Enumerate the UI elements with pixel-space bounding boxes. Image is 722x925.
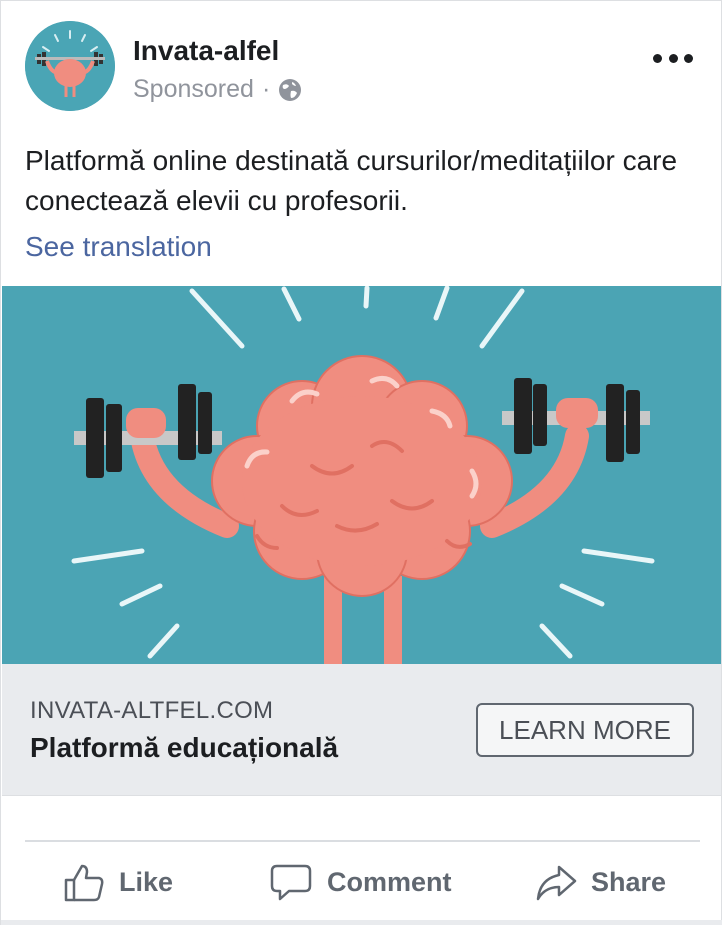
share-label: Share (591, 866, 667, 897)
link-domain: INVATA-ALTFEL.COM (30, 697, 274, 724)
like-icon (63, 861, 105, 903)
learn-more-button[interactable]: LEARN MORE (476, 703, 694, 757)
post-text: Platformă online destinată cursurilor/me… (25, 145, 678, 216)
ad-image[interactable] (2, 286, 721, 664)
actions-divider (25, 840, 700, 842)
share-button[interactable]: Share (535, 857, 666, 907)
sponsored-row: Sponsored · (133, 75, 302, 104)
sponsored-post-card: Invata-alfel Sponsored · Platformă onlin… (0, 0, 722, 925)
separator: · (261, 75, 271, 103)
sponsored-label[interactable]: Sponsored (133, 75, 254, 104)
like-button[interactable]: Like (63, 857, 173, 907)
page-avatar[interactable] (25, 21, 115, 111)
link-preview[interactable]: INVATA-ALTFEL.COM Platformă educațională… (2, 664, 721, 796)
more-options-icon[interactable] (653, 45, 693, 71)
link-headline[interactable]: Platformă educațională (30, 732, 338, 764)
comment-button[interactable]: Comment (269, 857, 452, 907)
comment-label: Comment (327, 866, 452, 897)
globe-icon (278, 78, 302, 102)
see-translation-link[interactable]: See translation (25, 231, 212, 263)
bottom-separator (1, 920, 722, 925)
comment-icon (269, 861, 313, 903)
page-name[interactable]: Invata-alfel (133, 35, 279, 67)
like-label: Like (119, 866, 174, 897)
share-icon (535, 861, 577, 903)
